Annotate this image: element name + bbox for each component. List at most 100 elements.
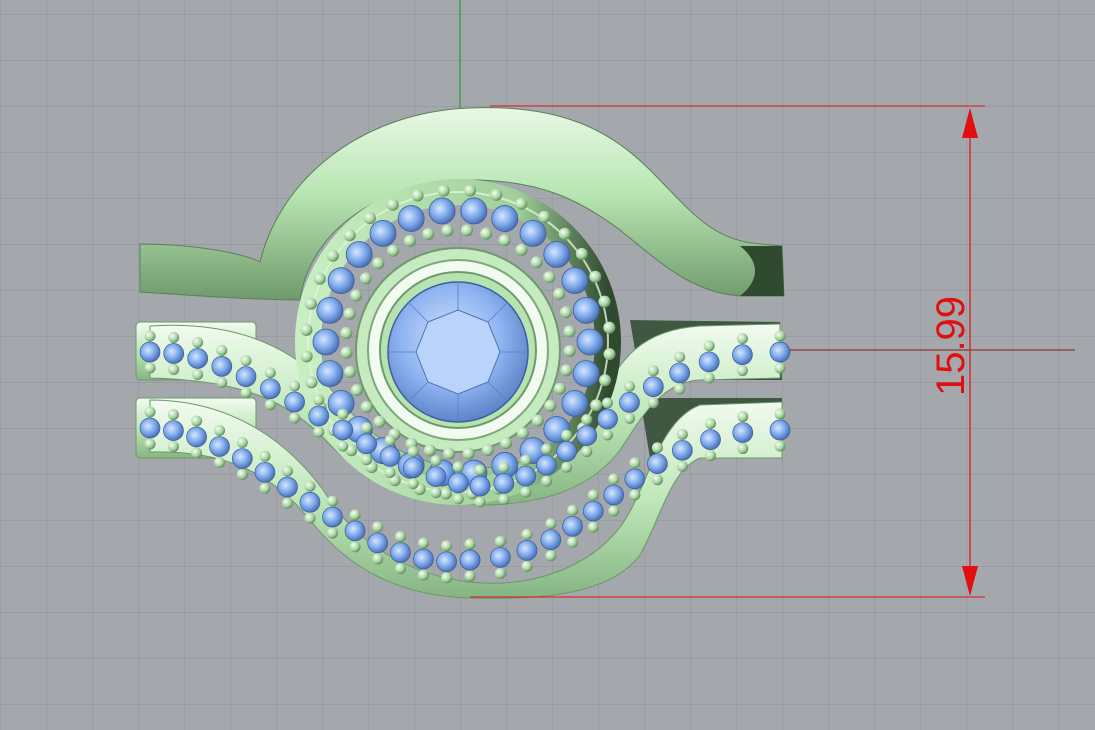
band-stone: [163, 420, 184, 441]
milgrain-bead: [313, 394, 325, 406]
milgrain-bead: [553, 287, 566, 300]
band-stone: [515, 465, 537, 487]
band-stone: [459, 549, 481, 571]
milgrain-bead: [340, 346, 353, 359]
milgrain-bead: [441, 572, 453, 584]
milgrain-bead: [372, 553, 384, 565]
milgrain-bead: [598, 295, 611, 308]
halo-stone: [327, 267, 355, 295]
band-stone: [425, 466, 447, 487]
band-stone: [769, 341, 791, 363]
milgrain-bead: [651, 442, 663, 454]
milgrain-bead: [541, 443, 553, 455]
milgrain-bead: [337, 440, 349, 452]
milgrain-bead: [216, 344, 228, 356]
band-stone: [732, 422, 754, 443]
milgrain-bead: [736, 333, 748, 345]
milgrain-bead: [703, 372, 715, 384]
milgrain-bead: [575, 247, 588, 260]
milgrain-bead: [774, 330, 786, 342]
band-stone: [390, 542, 411, 563]
milgrain-bead: [543, 271, 556, 284]
milgrain-bead: [774, 362, 786, 374]
milgrain-bead: [481, 443, 494, 456]
milgrain-bead: [422, 228, 435, 241]
band-stone: [139, 417, 161, 439]
dimension-value: 15.99: [929, 296, 973, 396]
milgrain-bead: [350, 384, 363, 397]
halo-stone: [312, 328, 340, 356]
milgrain-bead: [240, 355, 252, 367]
milgrain-bead: [281, 497, 293, 509]
milgrain-bead: [674, 351, 686, 363]
band-stone: [698, 351, 720, 373]
milgrain-bead: [544, 399, 557, 412]
band-stone: [163, 343, 185, 364]
milgrain-bead: [343, 307, 356, 320]
band-stone: [562, 515, 583, 537]
milgrain-bead: [736, 365, 748, 377]
milgrain-bead: [705, 450, 717, 462]
milgrain-bead: [441, 540, 453, 552]
milgrain-bead: [349, 541, 361, 553]
milgrain-bead: [603, 348, 616, 361]
milgrain-bead: [452, 493, 464, 505]
milgrain-bead: [281, 465, 293, 477]
band-stone: [493, 473, 515, 494]
milgrain-bead: [589, 270, 602, 283]
milgrain-bead: [553, 382, 566, 395]
center-gemstone[interactable]: [387, 281, 529, 423]
viewport-canvas[interactable]: 15.99: [0, 0, 1095, 730]
milgrain-bead: [441, 224, 454, 237]
milgrain-bead: [480, 227, 493, 240]
band-stone: [447, 472, 469, 494]
band-stone: [299, 491, 321, 513]
milgrain-bead: [192, 368, 204, 380]
band-stone: [597, 408, 618, 430]
milgrain-bead: [647, 365, 659, 377]
band-stone: [469, 475, 491, 497]
milgrain-bead: [460, 224, 473, 237]
band-stone: [356, 433, 377, 455]
milgrain-bead: [236, 469, 248, 481]
band-stone: [308, 405, 330, 427]
milgrain-bead: [623, 412, 635, 424]
milgrain-bead: [144, 330, 156, 342]
milgrain-bead: [563, 344, 576, 357]
milgrain-bead: [520, 454, 532, 466]
milgrain-bead: [372, 257, 385, 270]
milgrain-bead: [350, 289, 363, 302]
band-stone: [186, 426, 207, 448]
milgrain-bead: [567, 536, 579, 548]
halo-stone: [316, 360, 344, 387]
milgrain-bead: [623, 380, 635, 392]
milgrain-bead: [587, 521, 599, 533]
milgrain-bead: [191, 447, 203, 459]
milgrain-bead: [313, 426, 325, 438]
band-stone: [344, 520, 366, 542]
perspective-viewport[interactable]: 15.99: [0, 0, 1095, 730]
milgrain-bead: [494, 535, 506, 547]
milgrain-bead: [430, 487, 442, 499]
milgrain-bead: [530, 256, 543, 269]
milgrain-bead: [494, 567, 506, 579]
milgrain-bead: [559, 306, 572, 319]
halo-stone: [561, 389, 589, 417]
milgrain-bead: [464, 570, 476, 582]
milgrain-bead: [590, 399, 603, 412]
halo-stone: [576, 328, 604, 356]
band-stone: [732, 344, 753, 365]
milgrain-bead: [337, 408, 349, 420]
milgrain-bead: [403, 234, 416, 247]
milgrain-bead: [498, 234, 511, 247]
milgrain-bead: [498, 461, 510, 473]
band-stone: [669, 362, 691, 384]
band-stone: [516, 540, 538, 561]
milgrain-bead: [144, 406, 156, 418]
band-stone: [254, 461, 276, 483]
milgrain-bead: [474, 464, 486, 476]
milgrain-bead: [359, 272, 372, 285]
milgrain-bead: [531, 414, 544, 427]
milgrain-bead: [474, 496, 486, 508]
band-stone: [436, 551, 457, 573]
